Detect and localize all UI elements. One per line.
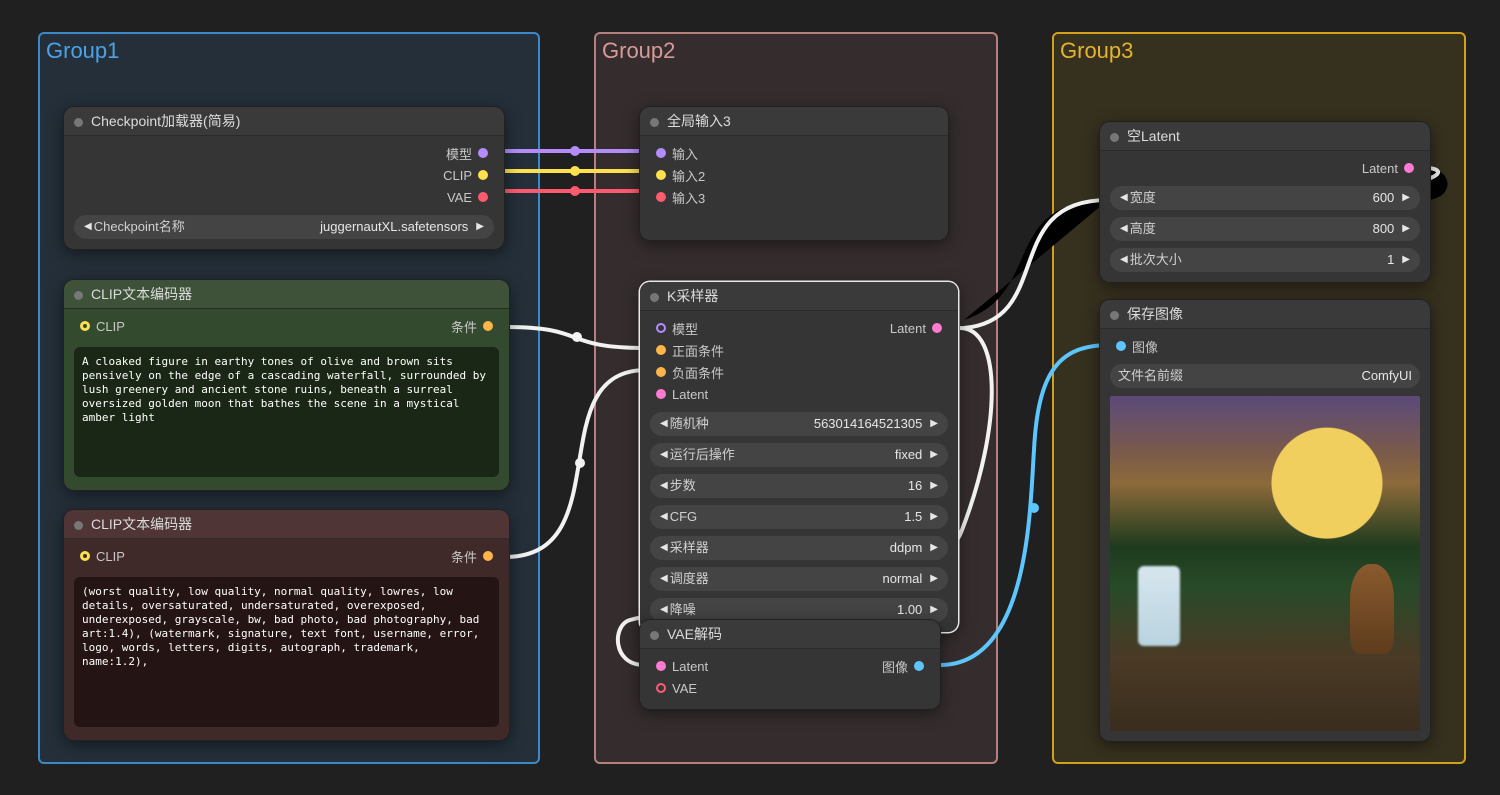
port-clip-icon	[478, 170, 488, 180]
node-clip-text-encode-negative[interactable]: CLIP文本编码器 CLIP 条件	[64, 510, 509, 740]
input-model[interactable]: 模型	[650, 317, 799, 339]
output-vae[interactable]: VAE	[284, 186, 494, 208]
group-title: Group3	[1060, 38, 1133, 64]
batch-widget[interactable]: ◀批次大小1▶	[1110, 248, 1420, 272]
after-generate-widget[interactable]: ◀运行后操作fixed▶	[650, 443, 948, 467]
output-latent[interactable]: Latent	[799, 317, 948, 339]
node-title: CLIP文本编码器	[64, 510, 509, 539]
steps-widget[interactable]: ◀步数16▶	[650, 474, 948, 498]
output-image-preview[interactable]	[1110, 396, 1420, 731]
node-ksampler[interactable]: K采样器 模型 Latent 正面条件 负面条件 Latent ◀随机种5630…	[640, 282, 958, 632]
group-title: Group2	[602, 38, 675, 64]
seed-widget[interactable]: ◀随机种563014164521305▶	[650, 412, 948, 436]
port-latent-icon	[932, 323, 942, 333]
port-vae-icon	[478, 192, 488, 202]
node-title: 空Latent	[1100, 122, 1430, 151]
port-conditioning-icon	[656, 367, 666, 377]
node-title: Checkpoint加载器(简易)	[64, 107, 504, 136]
node-save-image[interactable]: 保存图像 图像 文件名前缀ComfyUI	[1100, 300, 1430, 741]
node-title: K采样器	[640, 282, 958, 311]
port-model-icon	[478, 148, 488, 158]
port-latent-icon	[656, 661, 666, 671]
port-conditioning-icon	[483, 321, 493, 331]
output-latent[interactable]: Latent	[1265, 157, 1420, 179]
node-checkpoint-loader[interactable]: Checkpoint加载器(简易) 模型 CLIP VAE ◀ Checkpoi…	[64, 107, 504, 249]
output-image[interactable]: 图像	[790, 655, 930, 677]
positive-prompt-textarea[interactable]	[74, 347, 499, 477]
input-1[interactable]: 输入	[650, 142, 938, 164]
input-image[interactable]: 图像	[1110, 335, 1420, 357]
node-vae-decode[interactable]: VAE解码 Latent 图像 VAE	[640, 620, 940, 709]
output-clip[interactable]: CLIP	[284, 164, 494, 186]
input-negative[interactable]: 负面条件	[650, 361, 948, 383]
node-canvas[interactable]: Group1 Group2 Group3 Checkpoint加载器(简易) 模…	[0, 0, 1500, 795]
node-title: VAE解码	[640, 620, 940, 649]
scheduler-widget[interactable]: ◀调度器normal▶	[650, 567, 948, 591]
denoise-widget[interactable]: ◀降噪1.00▶	[650, 598, 948, 622]
input-vae[interactable]: VAE	[650, 677, 930, 699]
output-model[interactable]: 模型	[284, 142, 494, 164]
input-positive[interactable]: 正面条件	[650, 339, 948, 361]
port-model-icon	[656, 323, 666, 333]
group-title: Group1	[46, 38, 119, 64]
port-conditioning-icon	[483, 551, 493, 561]
cfg-widget[interactable]: ◀CFG1.5▶	[650, 505, 948, 529]
node-clip-text-encode-positive[interactable]: CLIP文本编码器 CLIP 条件	[64, 280, 509, 490]
port-clip-icon	[80, 321, 90, 331]
input-clip[interactable]: CLIP	[74, 315, 287, 337]
port-image-icon	[1116, 341, 1126, 351]
negative-prompt-textarea[interactable]	[74, 577, 499, 727]
node-title: 保存图像	[1100, 300, 1430, 329]
port-clip-icon	[80, 551, 90, 561]
input-clip[interactable]: CLIP	[74, 545, 287, 567]
width-widget[interactable]: ◀宽度600▶	[1110, 186, 1420, 210]
height-widget[interactable]: ◀高度800▶	[1110, 217, 1420, 241]
input-latent[interactable]: Latent	[650, 383, 948, 405]
chevron-right-icon: ▶	[474, 215, 486, 239]
output-conditioning[interactable]: 条件	[287, 545, 500, 567]
node-empty-latent[interactable]: 空Latent Latent ◀宽度600▶ ◀高度800▶ ◀批次大小1▶	[1100, 122, 1430, 282]
port-latent-icon	[656, 389, 666, 399]
input-latent[interactable]: Latent	[650, 655, 790, 677]
port-conditioning-icon	[656, 345, 666, 355]
node-title: CLIP文本编码器	[64, 280, 509, 309]
port-latent-icon	[1404, 163, 1414, 173]
output-conditioning[interactable]: 条件	[287, 315, 500, 337]
port-vae-icon	[656, 683, 666, 693]
chevron-left-icon: ◀	[82, 215, 94, 239]
port-icon	[656, 170, 666, 180]
port-image-icon	[914, 661, 924, 671]
input-2[interactable]: 输入2	[650, 164, 938, 186]
sampler-widget[interactable]: ◀采样器ddpm▶	[650, 536, 948, 560]
node-global-inputs[interactable]: 全局输入3 输入 输入2 输入3	[640, 107, 948, 240]
port-icon	[656, 148, 666, 158]
input-3[interactable]: 输入3	[650, 186, 938, 208]
node-title: 全局输入3	[640, 107, 948, 136]
checkpoint-name-selector[interactable]: ◀ Checkpoint名称 juggernautXL.safetensors …	[74, 215, 494, 239]
filename-prefix-widget[interactable]: 文件名前缀ComfyUI	[1110, 364, 1420, 388]
port-icon	[656, 192, 666, 202]
